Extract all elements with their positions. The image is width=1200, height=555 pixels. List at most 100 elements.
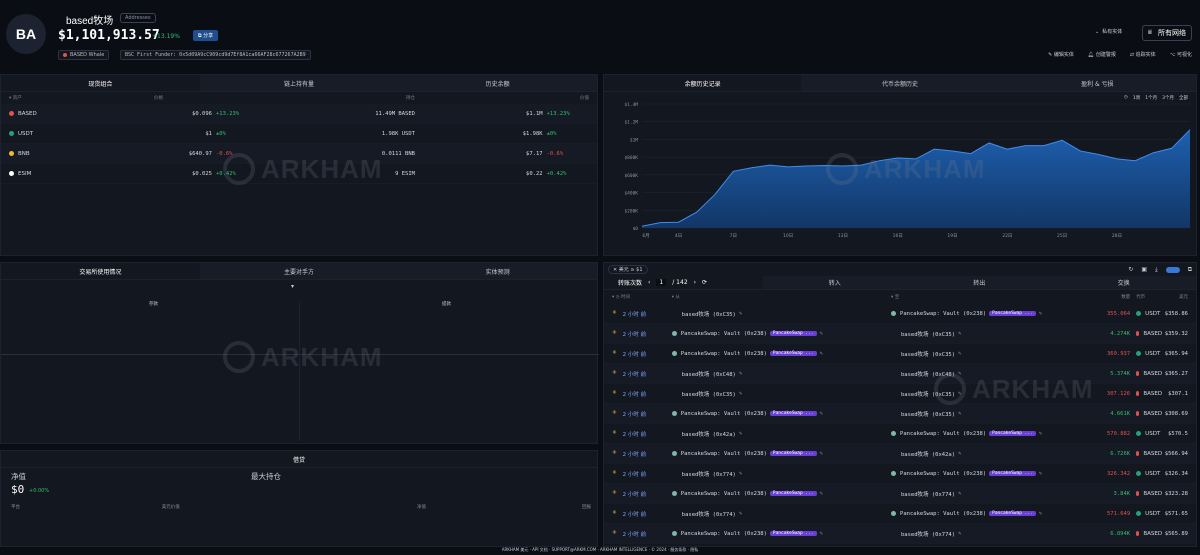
from-cell[interactable]: PancakeSwap: Vault (0x238) PancakeSwap ..… [671,411,891,417]
token-cell[interactable]: BASED [1130,371,1162,377]
entity-pill[interactable]: PancakeSwap ... [989,431,1036,436]
tab-swaps[interactable]: 交换 [1051,276,1196,289]
time-cell[interactable]: ✳ 2 小时 前 [612,330,672,338]
tag-whale[interactable]: BASED Whale [58,50,110,60]
edit-icon[interactable]: ✎ [958,371,961,377]
col-net[interactable]: 净值 [417,504,533,510]
col-to[interactable]: ▾ 至 [891,294,1100,300]
edit-icon[interactable]: ✎ [820,351,823,357]
asset-cell[interactable]: ESIM [9,171,154,177]
time-cell[interactable]: ✳ 2 小时 前 [612,470,672,478]
prev-page-icon[interactable]: ‹ [648,279,650,286]
from-cell[interactable]: PancakeSwap: Vault (0x238) PancakeSwap ..… [671,451,891,457]
edit-icon[interactable]: ✎ [958,331,961,337]
entity-pill[interactable]: PancakeSwap ... [769,411,817,416]
time-cell[interactable]: ✳ 2 小时 前 [612,450,672,458]
token-cell[interactable]: BASED [1130,451,1162,457]
edit-icon[interactable]: ✎ [820,331,823,337]
entity-pill[interactable]: PancakeSwap ... [769,451,817,456]
col-time[interactable]: ▾ ◷ 时间 [612,294,672,300]
create-alert-button[interactable]: 🔔︎ 创建警报 [1088,51,1116,58]
edit-entity-button[interactable]: ✎ 编辑实体 [1048,51,1074,58]
tab-transfers[interactable]: 转账次数 ‹ 1 / 142 › ⟳ [604,276,763,289]
edit-icon[interactable]: ✎ [739,471,742,477]
transfer-row[interactable]: ✳ 2 小时 前 based牧场 (0x774) ✎ PancakeSwap: Vaul… [604,504,1196,524]
tab-entity-predictions[interactable]: 实体预测 [398,263,598,279]
time-cell[interactable]: ✳ 2 小时 前 [612,530,672,538]
col-holding[interactable]: 持仓 [212,95,415,101]
transfer-row[interactable]: ✳ 2 小时 前 PancakeSwap: Vault (0x238) Pancake… [604,404,1196,424]
tab-spot-portfolio[interactable]: 现货组合 [1,75,200,91]
time-cell[interactable]: ✳ 2 小时 前 [612,350,672,358]
time-cell[interactable]: ✳ 2 小时 前 [612,390,672,398]
entity-pill[interactable]: PancakeSwap ... [769,491,817,496]
tab-token-balance-history[interactable]: 代币余额历史 [801,75,999,91]
from-cell[interactable]: PancakeSwap: Vault (0x238) PancakeSwap ..… [671,351,891,357]
asset-cell[interactable]: BASED [9,111,154,117]
time-cell[interactable]: ✳ 2 小时 前 [612,410,672,418]
edit-icon[interactable]: ✎ [958,531,961,537]
balance-area[interactable] [642,129,1190,228]
from-cell[interactable]: PancakeSwap: Vault (0x238) PancakeSwap ..… [671,331,891,337]
entity-pill[interactable]: PancakeSwap ... [769,531,817,536]
asset-cell[interactable]: BNB [9,151,154,157]
edit-icon[interactable]: ✎ [739,311,742,317]
token-cell[interactable]: USDT [1130,511,1162,517]
to-cell[interactable]: based牧场 (0xC35) ✎ [891,330,1100,338]
tab-inflow[interactable]: 转入 [762,276,907,289]
token-cell[interactable]: BASED [1130,391,1162,397]
transfer-row[interactable]: ✳ 2 小时 前 PancakeSwap: Vault (0x238) Pancake… [604,484,1196,504]
time-cell[interactable]: ✳ 2 小时 前 [612,370,672,378]
holding-row[interactable]: ESIM $0.025 +0.42% 9 ESIM $0.22 +0.42% [1,164,597,184]
col-return[interactable]: 回报 [533,504,591,510]
refresh-icon[interactable]: ↻ [1128,266,1133,273]
token-cell[interactable]: USDT [1130,311,1162,317]
edit-icon[interactable]: ✎ [958,411,961,417]
usd-filter-chip[interactable]: ✕ 美元 ≥ $1 [608,265,648,274]
addresses-badge[interactable]: Addresses [120,13,156,23]
token-cell[interactable]: BASED [1130,411,1162,417]
token-cell[interactable]: USDT [1130,431,1162,437]
transfer-row[interactable]: ✳ 2 小时 前 based牧场 (0xC48) ✎ based牧场 (0xC48) ✎ 5… [604,364,1196,384]
col-amount[interactable]: 数量 [1100,294,1130,300]
transfer-row[interactable]: ✳ 2 小时 前 PancakeSwap: Vault (0x238) Pancake… [604,524,1196,544]
expand-chevron-icon[interactable]: ▾ [291,283,294,290]
token-cell[interactable]: BASED [1130,531,1162,537]
tab-historical-balance[interactable]: 历史余额 [398,75,598,91]
time-cell[interactable]: ✳ 2 小时 前 [612,430,672,438]
tab-top-counterparties[interactable]: 主要对手方 [199,263,399,279]
edit-icon[interactable]: ✎ [958,391,961,397]
edit-icon[interactable]: ✎ [1039,471,1042,477]
col-usd[interactable]: 美元 [1162,294,1188,300]
time-cell[interactable]: ✳ 2 小时 前 [612,510,672,518]
page-number[interactable]: 1 [656,279,667,286]
tab-onchain-holdings[interactable]: 链上持有量 [199,75,399,91]
edit-icon[interactable]: ✎ [739,431,742,437]
tag-funder[interactable]: BSC First Funder: 0x5d09A9cC909cd9d7Ef8A… [120,50,311,60]
edit-icon[interactable]: ✎ [820,491,823,497]
save-icon[interactable]: ▣ [1141,266,1147,273]
to-cell[interactable]: based牧场 (0xC48) ✎ [891,370,1100,378]
edit-icon[interactable]: ✎ [1039,511,1042,517]
from-cell[interactable]: PancakeSwap: Vault (0x238) PancakeSwap ..… [671,531,891,537]
token-cell[interactable]: BASED [1130,331,1162,337]
col-usd-value[interactable]: 美元价值 [162,504,417,510]
edit-icon[interactable]: ✎ [958,351,961,357]
edit-icon[interactable]: ✎ [1039,431,1042,437]
from-cell[interactable]: based牧场 (0x774) ✎ [672,470,891,478]
entity-pill[interactable]: PancakeSwap ... [769,331,817,336]
entity-pill[interactable]: PancakeSwap ... [769,351,817,356]
edit-icon[interactable]: ✎ [739,371,742,377]
from-cell[interactable]: PancakeSwap: Vault (0x238) PancakeSwap ..… [671,491,891,497]
live-toggle[interactable] [1165,266,1180,273]
time-cell[interactable]: ✳ 2 小时 前 [612,310,672,318]
transfer-row[interactable]: ✳ 2 小时 前 PancakeSwap: Vault (0x238) Pancake… [604,324,1196,344]
entity-pill[interactable]: PancakeSwap ... [989,511,1036,516]
track-entity-button[interactable]: ⇄ 追踪实体 [1130,51,1156,58]
edit-icon[interactable]: ✎ [739,391,742,397]
transfer-row[interactable]: ✳ 2 小时 前 based牧场 (0x774) ✎ PancakeSwap: Vaul… [604,464,1196,484]
from-cell[interactable]: based牧场 (0xC35) ✎ [672,390,891,398]
from-cell[interactable]: based牧场 (0xC35) ✎ [672,310,891,318]
copy-icon[interactable]: ⧉ [1188,266,1192,274]
reload-icon[interactable]: ⟳ [702,279,707,286]
